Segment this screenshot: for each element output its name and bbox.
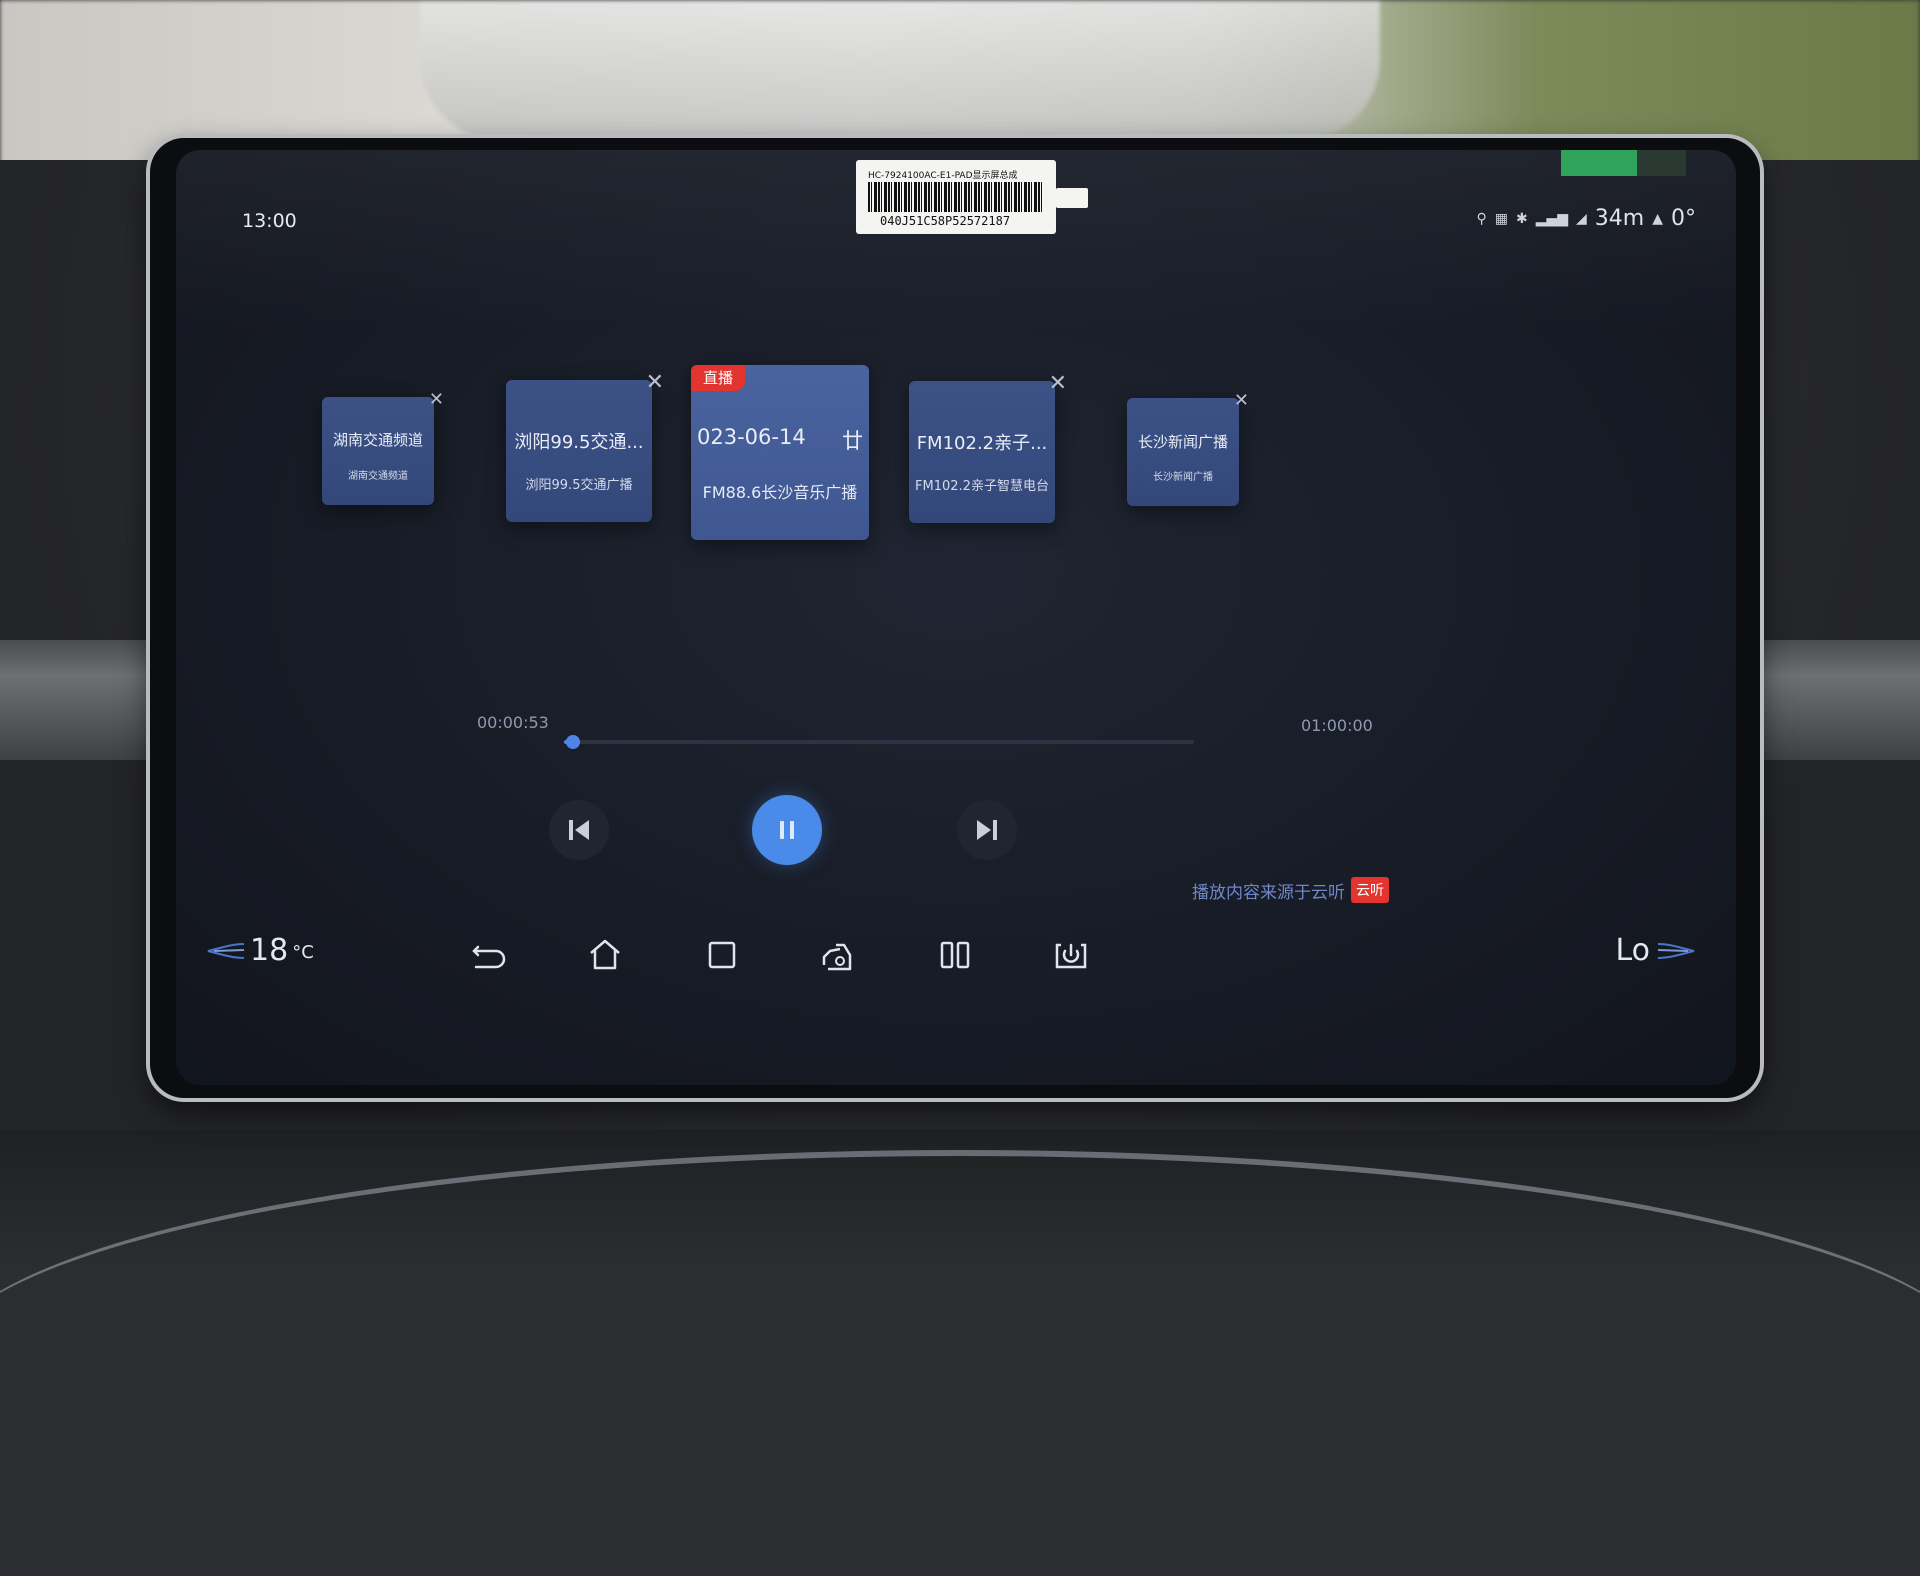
infotainment-screen: HC-7924100AC-E1-PAD显示屏总成 040J51C58P52572… xyxy=(176,150,1736,1085)
status-bar-right: ⚲ ▦ ✱ ▂▄▆ ◢ 34m ▲ 0° xyxy=(1476,206,1696,231)
station-card-playing[interactable]: 直播 023-06-14 廿 FM88.6长沙音乐广播 xyxy=(691,365,869,540)
progress-track[interactable] xyxy=(564,735,1194,749)
station-card[interactable]: 长沙新闻广播 长沙新闻广播 ✕ xyxy=(1127,390,1249,506)
yunting-logo: 云听 xyxy=(1351,877,1389,903)
dashboard-arc xyxy=(0,1150,1920,1576)
station-card[interactable]: 湖南交通频道 湖南交通频道 ✕ xyxy=(322,389,444,505)
pause-button[interactable] xyxy=(752,795,822,865)
station-subtitle: 长沙新闻广播 xyxy=(1153,472,1213,483)
storage-icon: ▦ xyxy=(1494,210,1508,227)
home-icon xyxy=(590,939,620,970)
split-screen-icon xyxy=(940,941,970,969)
bluetooth-icon: ✱ xyxy=(1515,210,1528,227)
cellular-signal-icon: ▂▄▆ xyxy=(1535,210,1568,227)
home-button[interactable] xyxy=(585,935,625,975)
back-icon xyxy=(472,945,506,969)
station-title: 长沙新闻广播 xyxy=(1137,433,1228,451)
next-button[interactable] xyxy=(957,800,1017,860)
film-green xyxy=(1561,150,1637,176)
sticker-part-code: HC-7924100AC-E1-PAD显示屏总成 xyxy=(868,171,1018,181)
status-distance: 34m xyxy=(1594,206,1645,231)
power-button[interactable] xyxy=(1051,935,1091,975)
progress-knob[interactable] xyxy=(566,735,581,749)
pause-icon xyxy=(780,821,794,839)
station-subtitle: FM88.6长沙音乐广播 xyxy=(702,483,858,502)
location-icon: ⚲ xyxy=(1476,210,1487,227)
back-button[interactable] xyxy=(468,935,508,975)
car-settings-button[interactable] xyxy=(818,935,858,975)
protective-film xyxy=(1561,150,1686,176)
sticker-serial: 040J51C58P52572187 xyxy=(880,214,1011,228)
live-badge: 直播 xyxy=(691,365,746,391)
recent-apps-button[interactable] xyxy=(702,935,742,975)
station-date-suffix: 廿 xyxy=(842,429,863,453)
status-angle: 0° xyxy=(1671,206,1696,231)
station-card[interactable]: FM102.2亲子... FM102.2亲子智慧电台 ✕ xyxy=(909,373,1067,523)
split-screen-button[interactable] xyxy=(935,935,975,975)
skip-next-icon xyxy=(977,820,997,840)
station-subtitle: 浏阳99.5交通广播 xyxy=(525,478,633,493)
fan-right-icon xyxy=(1657,942,1695,959)
close-icon[interactable]: ✕ xyxy=(646,372,664,394)
altitude-icon: ◢ xyxy=(1576,210,1587,227)
station-title: 023-06-14 廿 xyxy=(691,425,869,455)
power-icon xyxy=(1055,943,1087,969)
fan-speed-value: Lo xyxy=(1615,933,1650,968)
station-subtitle: 湖南交通频道 xyxy=(348,471,408,482)
barcode xyxy=(868,182,1044,212)
previous-button[interactable] xyxy=(549,800,609,860)
status-clock: 13:00 xyxy=(242,210,297,232)
climate-right[interactable]: Lo xyxy=(1615,933,1696,968)
station-title: 浏阳99.5交通... xyxy=(514,432,644,453)
recent-apps-icon xyxy=(708,941,736,969)
station-title: FM102.2亲子... xyxy=(916,433,1048,454)
barcode-sticker: HC-7924100AC-E1-PAD显示屏总成 040J51C58P52572… xyxy=(856,160,1088,234)
background-car xyxy=(420,0,1380,140)
station-card[interactable]: 浏阳99.5交通... 浏阳99.5交通广播 ✕ xyxy=(506,372,664,522)
skip-previous-icon xyxy=(569,820,589,840)
station-title: 湖南交通频道 xyxy=(332,431,423,449)
climate-left[interactable]: 18 °C xyxy=(206,933,314,968)
slope-icon: ▲ xyxy=(1652,210,1663,227)
temperature-value: 18 xyxy=(250,933,289,968)
station-date: 023-06-14 xyxy=(697,425,806,449)
fan-left-icon xyxy=(207,942,245,959)
content-source: 播放内容来源于云听 云听 xyxy=(1192,877,1389,903)
car-settings-icon xyxy=(822,943,852,971)
close-icon[interactable]: ✕ xyxy=(429,389,444,411)
duration-time: 01:00:00 xyxy=(1301,716,1373,735)
close-icon[interactable]: ✕ xyxy=(1234,390,1249,412)
sticker-tab xyxy=(1056,188,1088,208)
temperature-unit: °C xyxy=(292,942,314,963)
content-source-text: 播放内容来源于云听 xyxy=(1192,882,1345,903)
elapsed-time: 00:00:53 xyxy=(477,713,549,732)
close-icon[interactable]: ✕ xyxy=(1049,373,1067,395)
station-subtitle: FM102.2亲子智慧电台 xyxy=(915,479,1049,494)
